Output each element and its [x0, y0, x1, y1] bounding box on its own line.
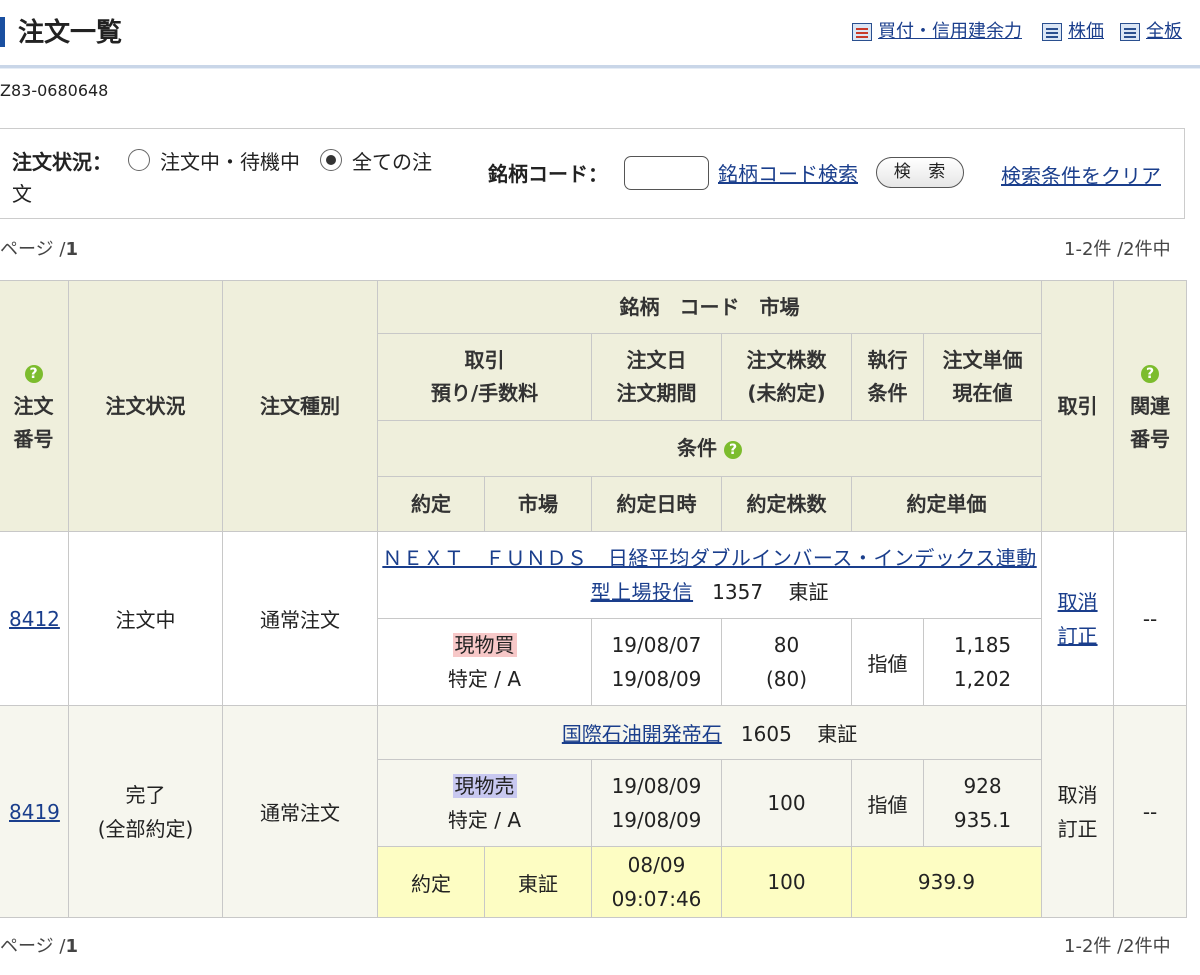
nav-full-board-link[interactable]: 全板 — [1146, 20, 1182, 44]
radio-pending[interactable] — [128, 149, 150, 171]
pager-page: 1 — [65, 239, 78, 260]
action-cell: 取消 訂正 — [1041, 531, 1115, 706]
result-count-bottom: 1-2件 /2件中 — [1064, 936, 1171, 957]
pager-page: 1 — [65, 936, 78, 957]
board-icon — [1120, 23, 1140, 41]
nav-full-board[interactable]: 全板 — [1120, 20, 1182, 44]
nav-stock-price-link[interactable]: 株価 — [1068, 20, 1104, 44]
document-list-icon — [1042, 23, 1062, 41]
order-number-cell: 8419 — [0, 705, 69, 918]
header-condition: 条件 ? — [376, 420, 1043, 477]
header-action: 取引 — [1041, 280, 1115, 532]
fill-qty: 100 — [721, 846, 852, 918]
result-count-top: 1-2件 /2件中 — [1064, 239, 1171, 260]
header-market: 市場 — [484, 476, 592, 532]
stock-code: 1605 — [740, 722, 792, 746]
pager-top: ページ /1 — [0, 238, 78, 262]
header-type: 注文種別 — [222, 280, 378, 532]
header-price: 注文単価 現在値 — [922, 333, 1043, 421]
page-title: 注文一覧 — [18, 18, 123, 48]
stock-name-link[interactable]: ＮＥＸＴ ＦＵＮＤＳ 日経平均ダブルインバース・インデックス連動型上場投信 — [382, 546, 1036, 604]
fill-datetime: 08/09 09:07:46 — [591, 846, 722, 918]
fill-market: 東証 — [484, 846, 592, 918]
radio-all[interactable] — [320, 149, 342, 171]
help-icon[interactable]: ? — [724, 440, 743, 459]
price-cell: 1,185 1,202 — [922, 618, 1043, 706]
price-cell: 928 935.1 — [922, 759, 1043, 847]
search-button[interactable]: 検 索 — [876, 157, 964, 188]
order-type: 通常注文 — [222, 531, 378, 706]
action-cell: 取消 訂正 — [1041, 705, 1115, 918]
nav-stock-price[interactable]: 株価 — [1042, 20, 1104, 44]
header-fill-qty: 約定株数 — [721, 476, 852, 532]
account-type: 特定 / A — [447, 808, 522, 832]
code-search-link[interactable]: 銘柄コード検索 — [718, 158, 858, 187]
fill-price: 939.9 — [850, 846, 1043, 918]
order-number-cell: 8412 — [0, 531, 69, 706]
exec-cond: 指値 — [851, 618, 924, 706]
account-type: 特定 / A — [447, 667, 522, 691]
trade-cell: 現物売 特定 / A — [377, 759, 592, 847]
pager-prefix: ページ / — [0, 936, 66, 957]
header-trade: 取引 預り/手数料 — [377, 333, 592, 421]
header-date: 注文日 注文期間 — [591, 333, 722, 421]
stock-code: 1357 — [712, 580, 764, 604]
header-exec: 執行 条件 — [851, 333, 924, 421]
pager-prefix: ページ / — [0, 239, 66, 260]
trade-type-badge: 現物買 — [452, 633, 517, 657]
header-qty: 注文株数 (未約定) — [721, 333, 852, 421]
code-label: 銘柄コード： — [488, 162, 608, 186]
order-number-link[interactable]: 8419 — [9, 800, 60, 824]
radio-all-label-cont[interactable]: 文 — [12, 178, 32, 207]
nav-buying-power[interactable]: 買付・信用建余力 — [852, 20, 1022, 44]
help-icon[interactable]: ? — [1141, 365, 1160, 383]
order-status: 注文中 — [68, 531, 223, 706]
exec-cond: 指値 — [851, 759, 924, 847]
stock-code-input[interactable] — [624, 156, 709, 190]
header-related: ? 関連 番号 — [1113, 280, 1188, 532]
header-fill: 約定 — [377, 476, 485, 532]
header-status: 注文状況 — [68, 280, 223, 532]
status-filter-label: 注文状況： — [12, 150, 112, 174]
order-number-link[interactable]: 8412 — [9, 607, 60, 631]
header-fill-price: 約定単価 — [850, 476, 1043, 532]
trade-cell: 現物買 特定 / A — [377, 618, 592, 706]
stock-market: 東証 — [788, 580, 829, 604]
help-icon[interactable]: ? — [24, 365, 43, 383]
order-date-cell: 19/08/09 19/08/09 — [591, 759, 722, 847]
order-type: 通常注文 — [222, 705, 378, 918]
order-status: 完了 (全部約定) — [68, 705, 223, 918]
table-row: 8419 完了 (全部約定) 通常注文 国際石油開発帝石 1605 東証 取消 訂… — [0, 705, 1188, 918]
modify-label: 訂正 — [1057, 816, 1098, 841]
stock-cell: 国際石油開発帝石 1605 東証 — [376, 705, 1043, 760]
order-date-cell: 19/08/07 19/08/09 — [591, 618, 722, 706]
orders-table: ? 注文 番号 注文状況 注文種別 銘柄 コード 市場 取引 ? 関連 番号 取… — [0, 280, 1188, 918]
pager-bottom: ページ /1 — [0, 935, 78, 959]
money-calc-icon — [852, 23, 872, 41]
qty-cell: 80 (80) — [721, 618, 852, 706]
title-accent-bar — [0, 17, 5, 47]
cancel-label: 取消 — [1057, 782, 1098, 807]
stock-name-link[interactable]: 国際石油開発帝石 — [562, 722, 722, 746]
stock-cell: ＮＥＸＴ ＦＵＮＤＳ 日経平均ダブルインバース・インデックス連動型上場投信 13… — [376, 531, 1043, 619]
radio-pending-label[interactable]: 注文中・待機中 — [160, 146, 300, 175]
header-order-no: ? 注文 番号 — [0, 280, 69, 532]
stock-market: 東証 — [817, 722, 858, 746]
nav-buying-power-link[interactable]: 買付・信用建余力 — [878, 20, 1022, 44]
related-number: -- — [1113, 705, 1188, 918]
header-fill-time: 約定日時 — [591, 476, 722, 532]
radio-all-label[interactable]: 全ての注 — [352, 146, 432, 175]
header-stock: 銘柄 コード 市場 — [376, 280, 1043, 334]
account-number: Z83-0680648 — [0, 81, 109, 100]
clear-filter-link[interactable]: 検索条件をクリア — [1001, 160, 1161, 189]
cancel-link[interactable]: 取消 — [1058, 590, 1098, 614]
table-row: 8412 注文中 通常注文 ＮＥＸＴ ＦＵＮＤＳ 日経平均ダブルインバース・イン… — [0, 531, 1188, 706]
fill-label: 約定 — [377, 846, 485, 918]
header-divider — [0, 65, 1200, 69]
modify-link[interactable]: 訂正 — [1058, 624, 1098, 648]
qty-cell: 100 — [721, 759, 852, 847]
trade-type-badge: 現物売 — [452, 774, 517, 798]
related-number: -- — [1113, 531, 1188, 706]
